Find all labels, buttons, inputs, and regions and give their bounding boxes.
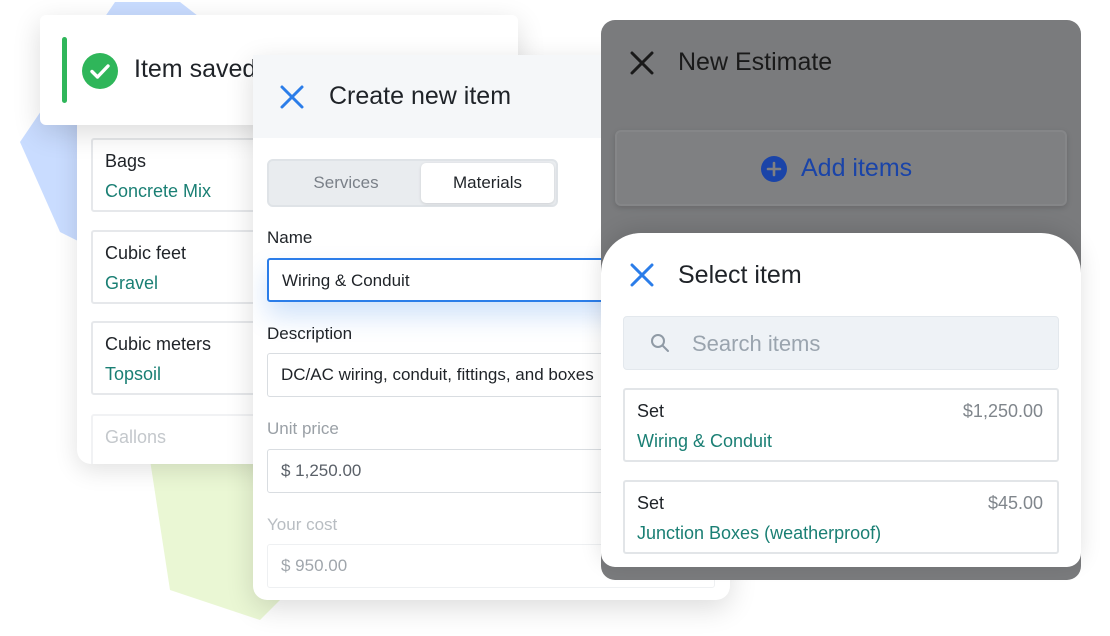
search-icon <box>651 334 669 352</box>
list-item[interactable]: Set $45.00 Junction Boxes (weatherproof) <box>623 480 1059 554</box>
search-input[interactable]: Search items <box>623 316 1059 370</box>
result-price: $45.00 <box>987 493 1043 513</box>
create-item-title: Create new item <box>329 82 512 110</box>
toast-message: Item saved <box>134 55 257 83</box>
close-icon[interactable] <box>279 84 305 110</box>
close-icon[interactable] <box>629 50 655 76</box>
result-name: Junction Boxes (weatherproof) <box>637 523 882 543</box>
name-label: Name <box>267 228 313 247</box>
toast-accent-bar <box>62 37 67 103</box>
your-cost-label: Your cost <box>267 515 338 534</box>
result-unit: Set <box>637 401 665 421</box>
result-name: Wiring & Conduit <box>637 431 773 451</box>
result-price: $1,250.00 <box>962 401 1043 421</box>
result-unit: Set <box>637 493 665 513</box>
estimate-title: New Estimate <box>678 48 833 76</box>
check-circle-icon <box>82 53 118 89</box>
tab-materials[interactable]: Materials <box>421 163 554 203</box>
search-placeholder: Search items <box>692 331 821 356</box>
close-icon[interactable] <box>629 262 655 288</box>
add-items-button[interactable]: Add items <box>615 130 1067 206</box>
plus-circle-icon <box>761 156 787 182</box>
unit-price-label: Unit price <box>267 419 339 438</box>
tab-services[interactable]: Services <box>271 163 421 203</box>
description-label: Description <box>267 324 353 343</box>
list-item[interactable]: Set $1,250.00 Wiring & Conduit <box>623 388 1059 462</box>
item-type-toggle: Services Materials <box>267 159 558 207</box>
add-items-label: Add items <box>801 154 913 182</box>
select-item-sheet: Select item Search items Set $1,250.00 W… <box>601 233 1081 567</box>
select-item-title: Select item <box>678 261 802 289</box>
